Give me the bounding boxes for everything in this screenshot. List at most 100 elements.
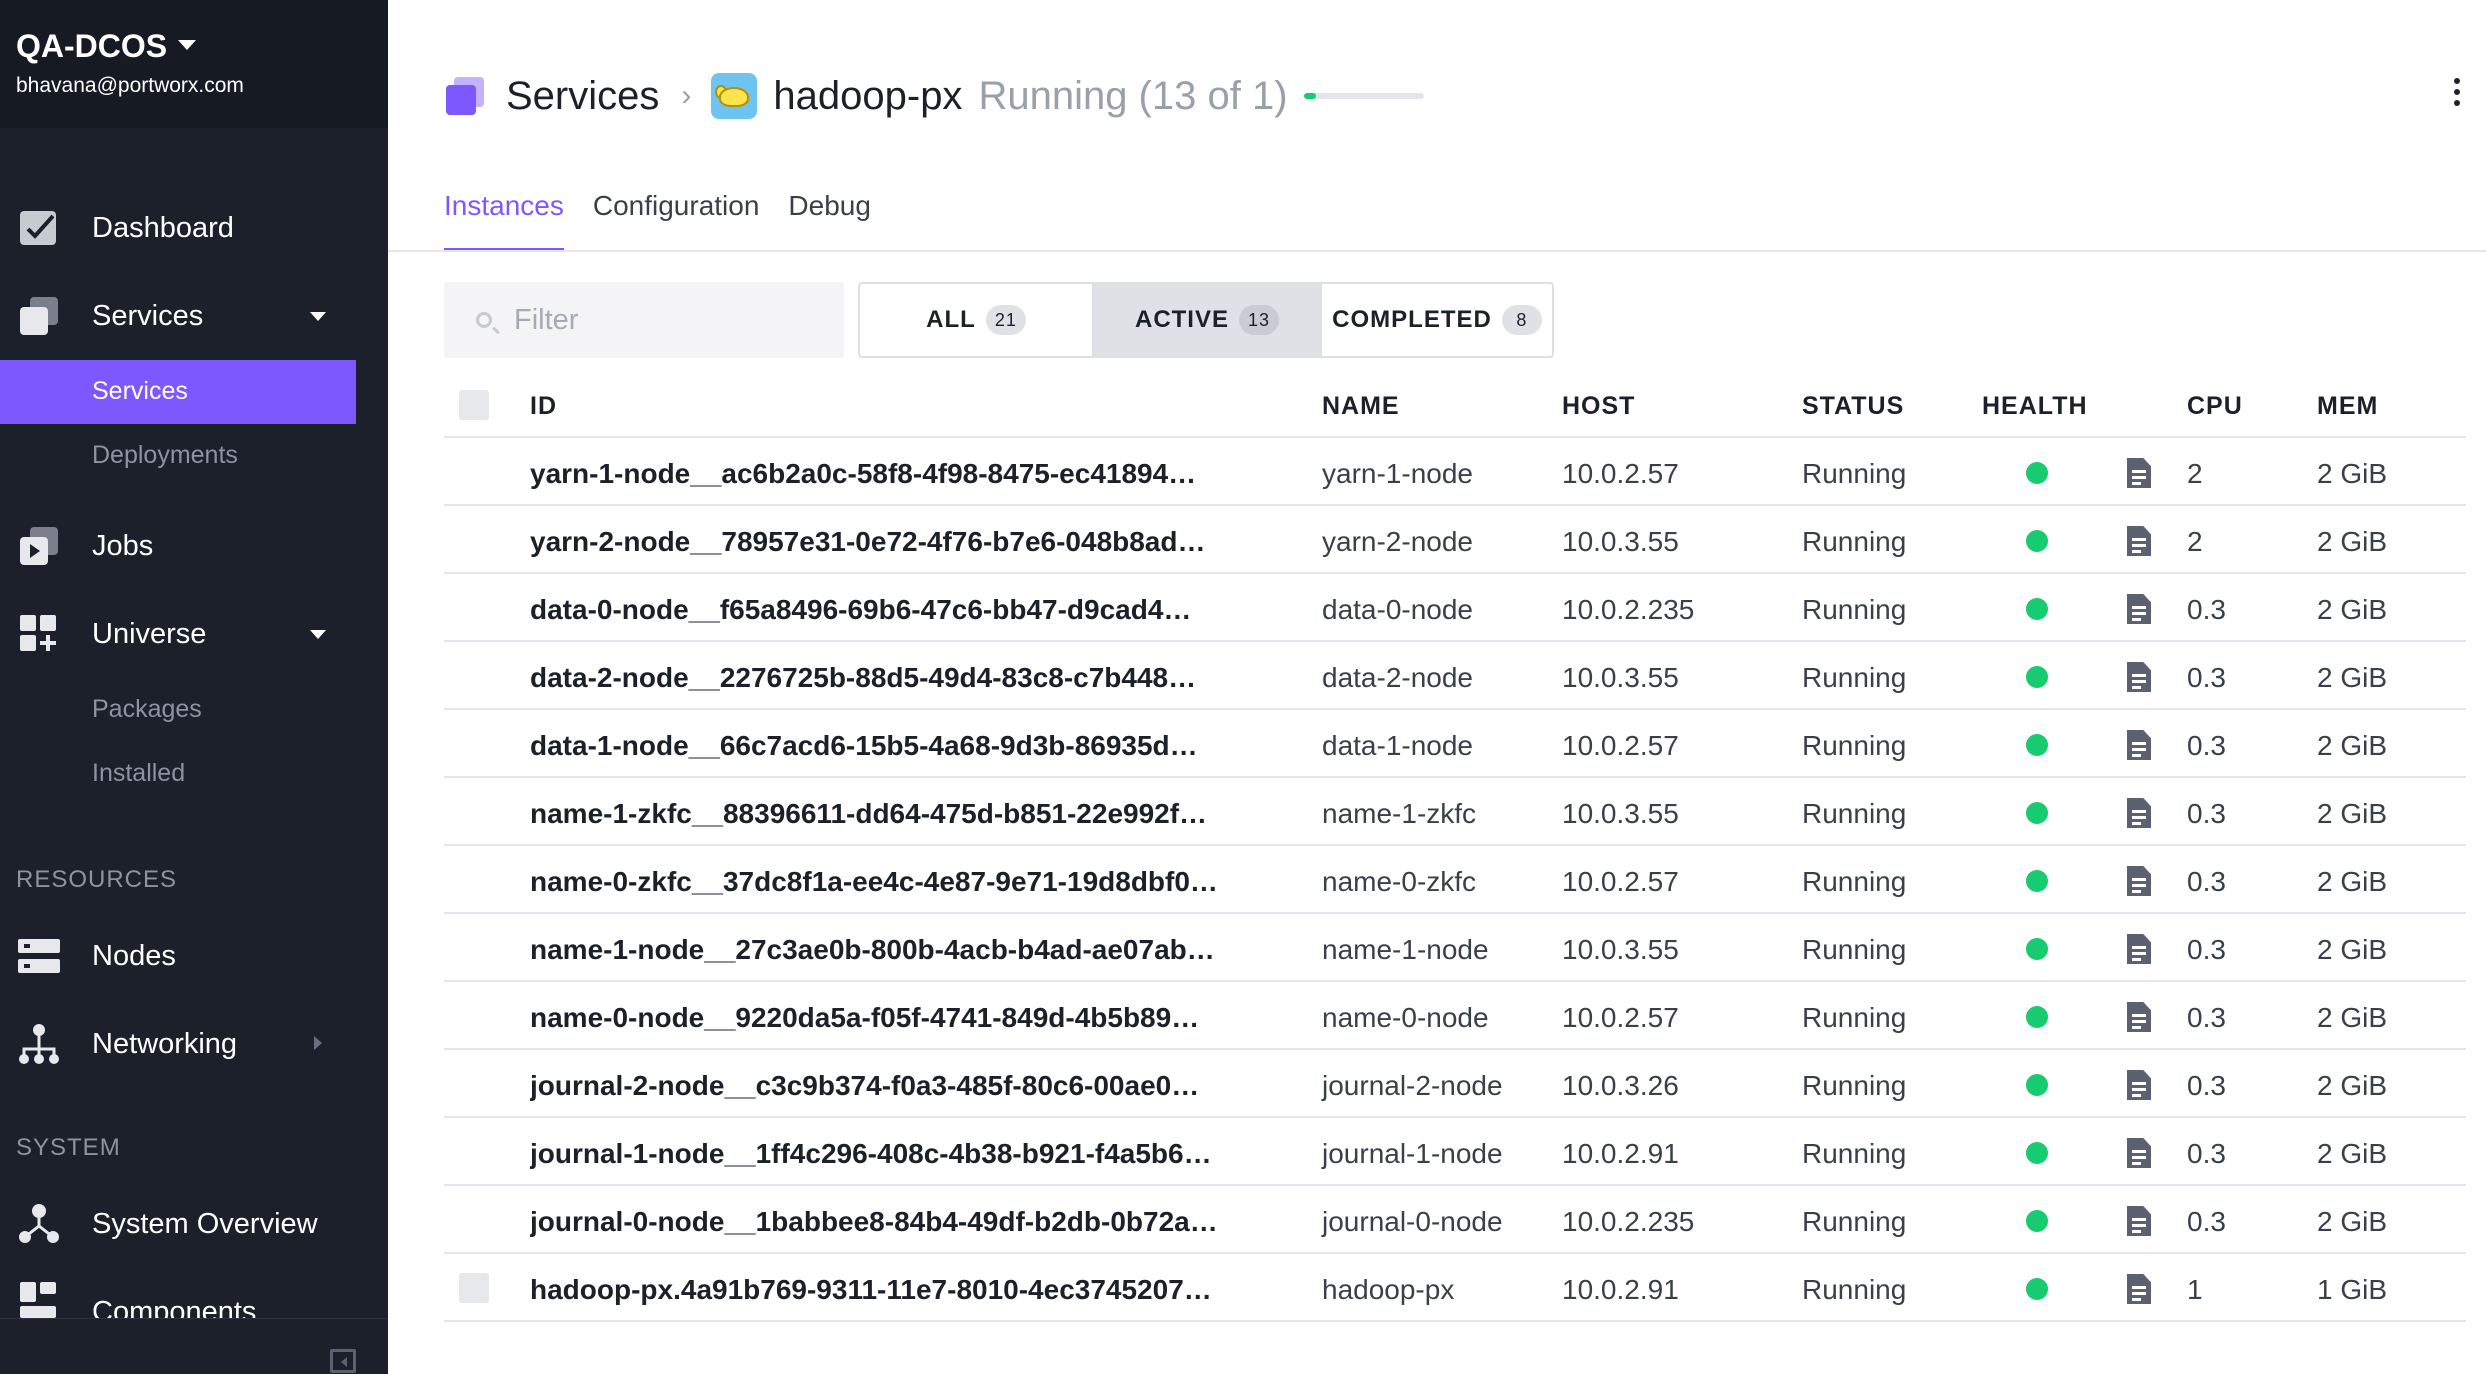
- cell-id[interactable]: yarn-2-node__78957e31-0e72-4f76-b7e6-048…: [530, 526, 1290, 558]
- logs-file-icon[interactable]: [2127, 730, 2151, 760]
- sidebar-item-services[interactable]: Services: [0, 286, 388, 346]
- sidebar-subitem-packages[interactable]: Packages: [92, 695, 202, 724]
- cluster-name[interactable]: QA-DCOS: [16, 28, 167, 65]
- cell-host[interactable]: 10.0.2.91: [1562, 1138, 1679, 1170]
- cell-host[interactable]: 10.0.2.235: [1562, 1206, 1694, 1238]
- collapse-sidebar-icon[interactable]: [330, 1349, 356, 1373]
- cell-id[interactable]: yarn-1-node__ac6b2a0c-58f8-4f98-8475-ec4…: [530, 458, 1290, 490]
- cell-host[interactable]: 10.0.2.57: [1562, 730, 1679, 762]
- column-header-id[interactable]: ID: [530, 392, 557, 421]
- cell-host[interactable]: 10.0.3.55: [1562, 526, 1679, 558]
- cell-id[interactable]: journal-2-node__c3c9b374-f0a3-485f-80c6-…: [530, 1070, 1290, 1102]
- breadcrumb-services[interactable]: Services: [506, 74, 659, 119]
- logs-file-icon[interactable]: [2127, 866, 2151, 896]
- sidebar-item-universe[interactable]: Universe: [0, 604, 388, 664]
- cell-id[interactable]: journal-0-node__1babbee8-84b4-49df-b2db-…: [530, 1206, 1290, 1238]
- logs-file-icon[interactable]: [2127, 662, 2151, 692]
- cell-host[interactable]: 10.0.3.55: [1562, 934, 1679, 966]
- cell-id[interactable]: data-0-node__f65a8496-69b6-47c6-bb47-d9c…: [530, 594, 1290, 626]
- table-row[interactable]: yarn-1-node__ac6b2a0c-58f8-4f98-8475-ec4…: [444, 438, 2466, 506]
- column-header-host[interactable]: HOST: [1562, 392, 1635, 421]
- health-status-icon: [2026, 1074, 2048, 1096]
- cell-id[interactable]: hadoop-px.4a91b769-9311-11e7-8010-4ec374…: [530, 1274, 1290, 1306]
- logs-file-icon[interactable]: [2127, 594, 2151, 624]
- cell-host[interactable]: 10.0.2.91: [1562, 1274, 1679, 1306]
- chevron-right-icon[interactable]: [314, 1036, 322, 1050]
- segment-active[interactable]: ACTIVE 13: [1094, 284, 1322, 356]
- sidebar-subitem-label: Services: [92, 377, 188, 405]
- cell-id[interactable]: name-0-zkfc__37dc8f1a-ee4c-4e87-9e71-19d…: [530, 866, 1290, 898]
- sidebar-item-dashboard[interactable]: Dashboard: [0, 198, 388, 258]
- dashboard-icon: [20, 211, 56, 245]
- logs-file-icon[interactable]: [2127, 1002, 2151, 1032]
- cell-status: Running: [1802, 1274, 1907, 1305]
- cluster-header[interactable]: QA-DCOS bhavana@portworx.com: [0, 0, 388, 128]
- tab-debug[interactable]: Debug: [788, 190, 871, 252]
- table-row[interactable]: data-1-node__66c7acd6-15b5-4a68-9d3b-869…: [444, 710, 2466, 778]
- tab-instances[interactable]: Instances: [444, 190, 564, 252]
- sidebar-subitem-deployments[interactable]: Deployments: [92, 441, 238, 470]
- logs-file-icon[interactable]: [2127, 1274, 2151, 1304]
- column-header-health[interactable]: HEALTH: [1982, 392, 2088, 421]
- segment-completed[interactable]: COMPLETED 8: [1322, 284, 1552, 356]
- table-row[interactable]: journal-2-node__c3c9b374-f0a3-485f-80c6-…: [444, 1050, 2466, 1118]
- sidebar-item-components[interactable]: Components: [0, 1280, 388, 1318]
- table-row[interactable]: data-0-node__f65a8496-69b6-47c6-bb47-d9c…: [444, 574, 2466, 642]
- select-all-checkbox[interactable]: [459, 390, 489, 420]
- cell-id[interactable]: name-1-node__27c3ae0b-800b-4acb-b4ad-ae0…: [530, 934, 1290, 966]
- cell-host[interactable]: 10.0.2.57: [1562, 458, 1679, 490]
- cell-mem: 2 GiB: [2317, 730, 2388, 761]
- table-row[interactable]: data-2-node__2276725b-88d5-49d4-83c8-c7b…: [444, 642, 2466, 710]
- tab-configuration[interactable]: Configuration: [593, 190, 760, 252]
- sidebar-item-label: System Overview: [92, 1207, 318, 1240]
- chevron-down-icon[interactable]: [310, 630, 326, 639]
- cell-mem: 1 GiB: [2317, 1274, 2388, 1305]
- table-row[interactable]: journal-0-node__1babbee8-84b4-49df-b2db-…: [444, 1186, 2466, 1254]
- filter-input[interactable]: [514, 300, 814, 340]
- table-row[interactable]: name-0-zkfc__37dc8f1a-ee4c-4e87-9e71-19d…: [444, 846, 2466, 914]
- cell-id[interactable]: name-0-node__9220da5a-f05f-4741-849d-4b5…: [530, 1002, 1290, 1034]
- cell-id[interactable]: journal-1-node__1ff4c296-408c-4b38-b921-…: [530, 1138, 1290, 1170]
- chevron-down-icon[interactable]: [310, 312, 326, 321]
- sidebar-subitem-installed[interactable]: Installed: [92, 759, 185, 788]
- sidebar-subitem-services[interactable]: Services: [0, 360, 356, 424]
- segment-all[interactable]: ALL 21: [860, 284, 1094, 356]
- cell-id[interactable]: data-1-node__66c7acd6-15b5-4a68-9d3b-869…: [530, 730, 1290, 762]
- sidebar-item-jobs[interactable]: Jobs: [0, 516, 388, 576]
- networking-icon: [19, 1024, 59, 1064]
- table-row[interactable]: journal-1-node__1ff4c296-408c-4b38-b921-…: [444, 1118, 2466, 1186]
- logs-file-icon[interactable]: [2127, 1206, 2151, 1236]
- more-options-icon[interactable]: [2452, 78, 2462, 112]
- logs-file-icon[interactable]: [2127, 1138, 2151, 1168]
- table-row[interactable]: name-1-zkfc__88396611-dd64-475d-b851-22e…: [444, 778, 2466, 846]
- cell-host[interactable]: 10.0.3.55: [1562, 798, 1679, 830]
- sidebar-item-system-overview[interactable]: System Overview: [0, 1194, 388, 1254]
- table-row[interactable]: yarn-2-node__78957e31-0e72-4f76-b7e6-048…: [444, 506, 2466, 574]
- cell-host[interactable]: 10.0.3.55: [1562, 662, 1679, 694]
- cell-id[interactable]: data-2-node__2276725b-88d5-49d4-83c8-c7b…: [530, 662, 1290, 694]
- filter-box[interactable]: [444, 282, 844, 358]
- logs-file-icon[interactable]: [2127, 526, 2151, 556]
- sidebar-item-networking[interactable]: Networking: [0, 1014, 388, 1074]
- column-header-status[interactable]: STATUS: [1802, 392, 1904, 421]
- row-checkbox[interactable]: [459, 1273, 489, 1303]
- logs-file-icon[interactable]: [2127, 458, 2151, 488]
- table-row[interactable]: name-0-node__9220da5a-f05f-4741-849d-4b5…: [444, 982, 2466, 1050]
- table-row[interactable]: name-1-node__27c3ae0b-800b-4acb-b4ad-ae0…: [444, 914, 2466, 982]
- column-header-name[interactable]: NAME: [1322, 392, 1400, 421]
- table-row[interactable]: hadoop-px.4a91b769-9311-11e7-8010-4ec374…: [444, 1254, 2466, 1322]
- cell-cpu: 0.3: [2187, 730, 2226, 761]
- instances-table: ID NAME HOST STATUS HEALTH CPU MEM yarn-…: [444, 370, 2466, 1322]
- cell-host[interactable]: 10.0.2.57: [1562, 866, 1679, 898]
- chevron-down-icon[interactable]: [178, 40, 196, 50]
- logs-file-icon[interactable]: [2127, 934, 2151, 964]
- cell-host[interactable]: 10.0.3.26: [1562, 1070, 1679, 1102]
- sidebar-item-nodes[interactable]: Nodes: [0, 926, 388, 986]
- cell-host[interactable]: 10.0.2.57: [1562, 1002, 1679, 1034]
- logs-file-icon[interactable]: [2127, 798, 2151, 828]
- logs-file-icon[interactable]: [2127, 1070, 2151, 1100]
- column-header-mem[interactable]: MEM: [2317, 392, 2378, 421]
- cell-id[interactable]: name-1-zkfc__88396611-dd64-475d-b851-22e…: [530, 798, 1290, 830]
- column-header-cpu[interactable]: CPU: [2187, 392, 2243, 421]
- cell-host[interactable]: 10.0.2.235: [1562, 594, 1694, 626]
